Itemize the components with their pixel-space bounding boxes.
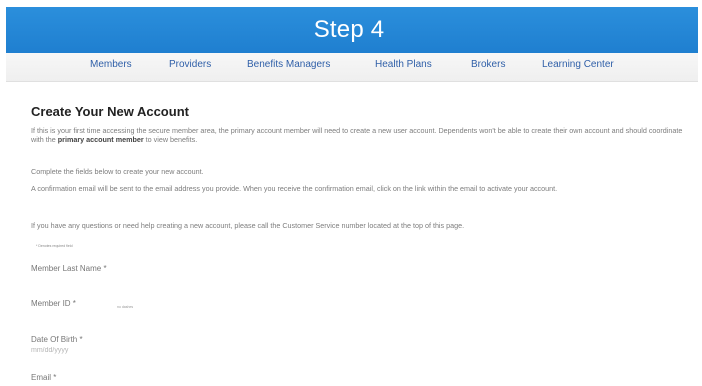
instructions-paragraph-4: If you have any questions or need help c… — [31, 221, 465, 230]
nav-item-health-plans[interactable]: Health Plans — [375, 59, 432, 70]
last-name-label-text: Member Last Name — [31, 264, 102, 273]
instructions-text-end: to view benefits. — [145, 135, 198, 144]
nav-item-brokers[interactable]: Brokers — [471, 59, 505, 70]
dob-label: Date Of Birth * — [31, 335, 83, 344]
required-mark: * — [79, 335, 83, 344]
primary-account-member-text: primary account member — [57, 135, 144, 144]
top-nav: Members Providers Benefits Managers Heal… — [6, 53, 698, 82]
page: Step 4 Members Providers Benefits Manage… — [0, 0, 702, 386]
page-title: Create Your New Account — [31, 104, 189, 119]
member-id-label: Member ID * — [31, 299, 76, 308]
dob-label-text: Date Of Birth — [31, 335, 78, 344]
required-mark: * — [103, 264, 107, 273]
instructions-paragraph-3: A confirmation email will be sent to the… — [31, 184, 558, 193]
member-id-input[interactable] — [80, 299, 100, 309]
last-name-label: Member Last Name * — [31, 264, 107, 273]
email-label-text: Email — [31, 373, 52, 382]
required-mark: * — [72, 299, 76, 308]
nav-item-providers[interactable]: Providers — [169, 59, 211, 70]
instructions-paragraph-2: Complete the fields below to create your… — [31, 167, 204, 176]
instructions-paragraph-1: If this is your first time accessing the… — [31, 126, 691, 144]
nav-item-members[interactable]: Members — [90, 59, 132, 70]
nav-item-benefits-managers[interactable]: Benefits Managers — [247, 59, 330, 70]
member-id-label-text: Member ID — [31, 299, 71, 308]
email-label: Email * — [31, 373, 56, 382]
required-field-note: * Denotes required field — [36, 244, 73, 248]
dob-input[interactable] — [31, 345, 151, 355]
last-name-input[interactable] — [31, 276, 331, 288]
member-id-hint: no dashes — [117, 305, 134, 309]
step-banner: Step 4 — [6, 7, 698, 53]
required-mark: * — [53, 373, 57, 382]
step-title: Step 4 — [313, 16, 385, 43]
nav-item-learning-center[interactable]: Learning Center — [542, 59, 614, 70]
